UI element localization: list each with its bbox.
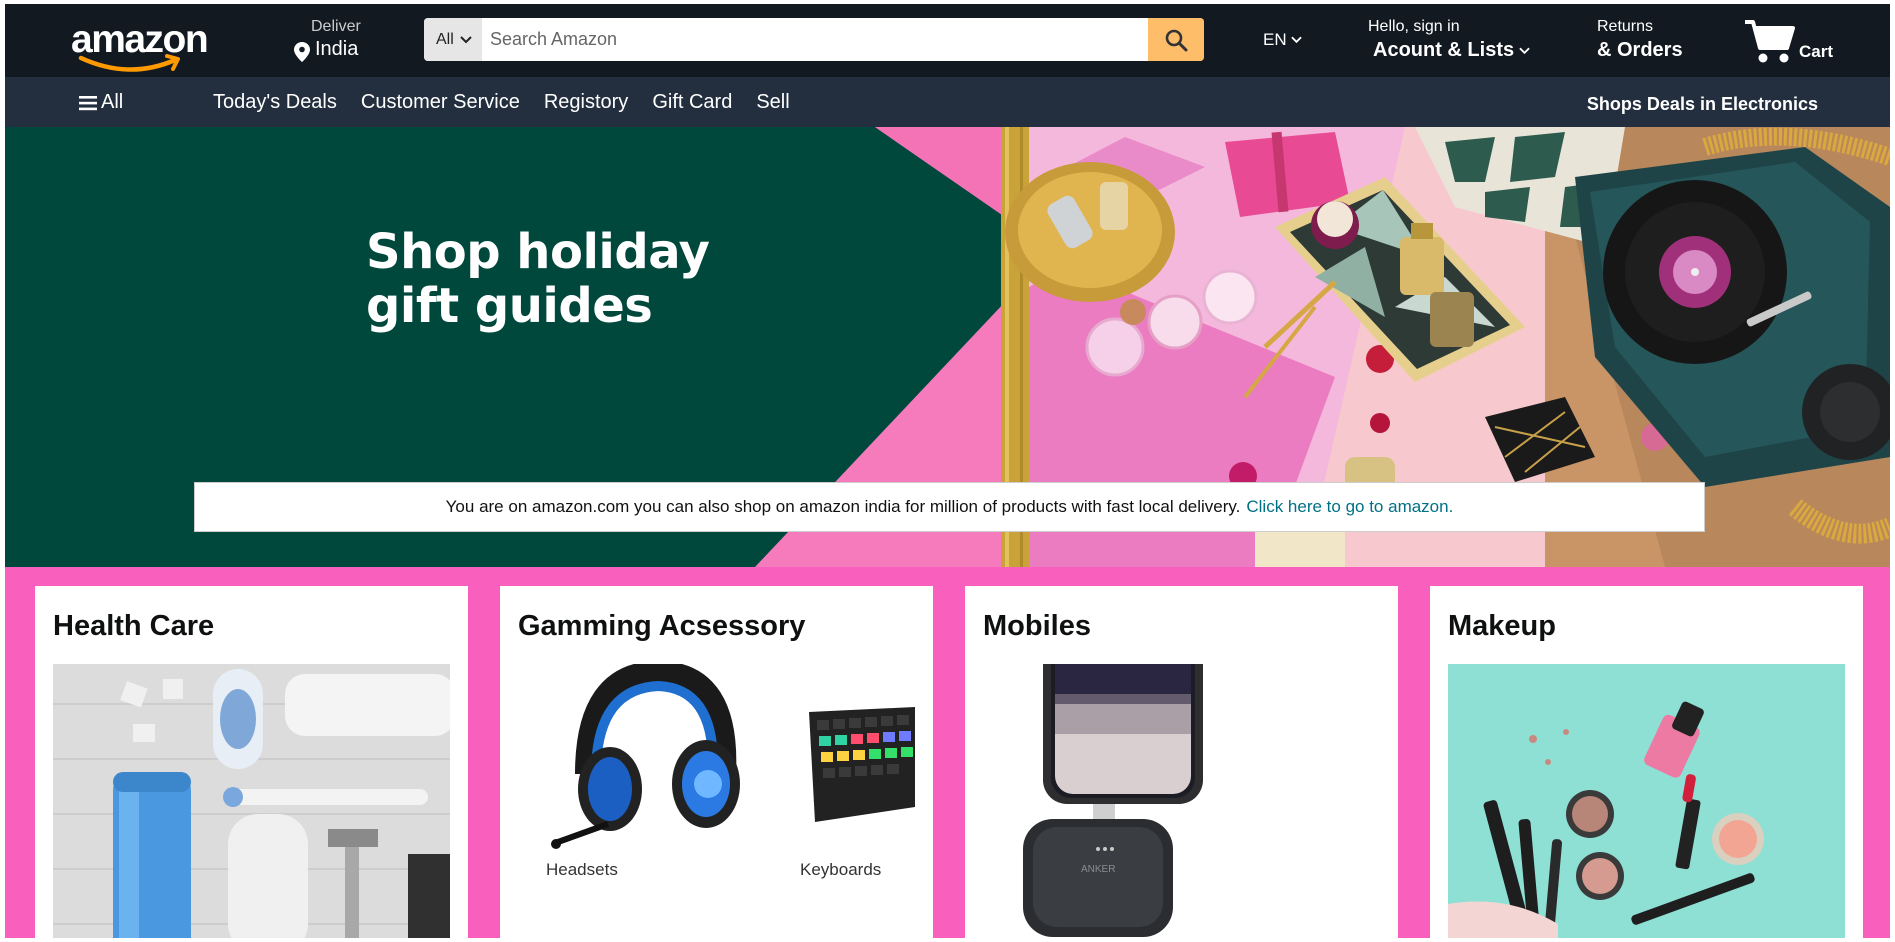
location-pin-icon	[294, 42, 310, 62]
cart-button[interactable]: Cart	[1743, 16, 1833, 66]
orders-label: & Orders	[1597, 39, 1683, 61]
nav-link-gift-card[interactable]: Gift Card	[652, 91, 732, 114]
returns-orders[interactable]: Returns & Orders	[1597, 18, 1683, 62]
health-care-photo	[53, 664, 450, 938]
card-title: Makeup	[1448, 610, 1556, 642]
nav-link-sell[interactable]: Sell	[756, 91, 789, 114]
top-navbar: amazon Deliver India All Search Amazon E…	[5, 4, 1890, 77]
card-title: Mobiles	[983, 610, 1091, 642]
card-title: Gamming Acsessory	[518, 610, 806, 642]
card-mobiles[interactable]: Mobiles ANKER	[965, 586, 1398, 938]
account-label: Acount & Lists	[1373, 39, 1515, 61]
makeup-image[interactable]	[1448, 664, 1845, 938]
hero-title-line-2: gift guides	[366, 278, 653, 334]
chevron-down-icon	[460, 35, 472, 43]
card-gaming-accessory[interactable]: Gamming Acsessory Headsets Keyboards	[500, 586, 933, 938]
subnav-links: Today's Deals Customer Service Registory…	[213, 91, 814, 114]
language-selector[interactable]: EN	[1263, 30, 1302, 50]
search-icon	[1165, 29, 1188, 51]
all-menu-label: All	[101, 91, 124, 113]
card-title: Health Care	[53, 610, 215, 642]
card-makeup[interactable]: Makeup	[1430, 586, 1863, 938]
card-health-care[interactable]: Health Care	[35, 586, 468, 938]
deliver-label: Deliver	[311, 18, 361, 35]
locale-notice-link[interactable]: Click here to go to amazon.	[1246, 497, 1453, 517]
amazon-logo[interactable]: amazon	[71, 18, 221, 72]
keyboards-label[interactable]: Keyboards	[800, 860, 881, 880]
chevron-down-icon	[1290, 36, 1302, 44]
page: amazon Deliver India All Search Amazon E…	[5, 4, 1890, 938]
search-bar: All	[424, 18, 1204, 61]
hero-title-line-1: Shop holiday	[366, 224, 710, 280]
mobile-powerbank-photo: ANKER	[1023, 664, 1203, 937]
logo-smile-icon	[78, 54, 180, 72]
svg-text:ANKER: ANKER	[1081, 864, 1115, 875]
nav-link-todays-deals[interactable]: Today's Deals	[213, 91, 337, 114]
nav-link-customer-service[interactable]: Customer Service	[361, 91, 520, 114]
cart-icon	[1745, 20, 1795, 63]
makeup-photo	[1448, 664, 1845, 938]
search-category-value: All	[436, 30, 454, 48]
electronics-deals-link[interactable]: Shops Deals in Electronics	[1587, 94, 1818, 115]
nav-link-registory[interactable]: Registory	[544, 91, 628, 114]
hamburger-icon	[79, 95, 97, 110]
language-label: EN	[1263, 30, 1287, 49]
search-category-select[interactable]: All	[424, 18, 482, 61]
search-input[interactable]	[482, 18, 1148, 61]
mobiles-image[interactable]: ANKER	[983, 664, 1380, 938]
headsets-label[interactable]: Headsets	[546, 860, 618, 880]
category-cards: Health Care Gamming Acsessory Headsets K…	[5, 567, 1890, 938]
deliver-location: India	[315, 38, 359, 60]
locale-notice-text: You are on amazon.com you can also shop …	[445, 497, 1241, 516]
keyboard-photo[interactable]	[803, 672, 915, 822]
chevron-down-icon	[1519, 47, 1530, 54]
headset-photo[interactable]	[548, 664, 748, 859]
cart-label: Cart	[1799, 42, 1834, 61]
sub-navbar: All Today's Deals Customer Service Regis…	[5, 77, 1890, 127]
account-menu[interactable]: Hello, sign in Acount & Lists	[1368, 18, 1530, 62]
locale-notice: You are on amazon.com you can also shop …	[194, 482, 1705, 532]
search-button[interactable]	[1148, 18, 1204, 61]
returns-label: Returns	[1597, 18, 1654, 35]
all-menu-button[interactable]: All	[79, 91, 123, 114]
health-care-image[interactable]	[53, 664, 450, 938]
account-greeting: Hello, sign in	[1368, 18, 1460, 35]
hero-title: Shop holiday gift guides	[366, 224, 710, 334]
gaming-accessory-images: Headsets Keyboards	[518, 664, 915, 938]
